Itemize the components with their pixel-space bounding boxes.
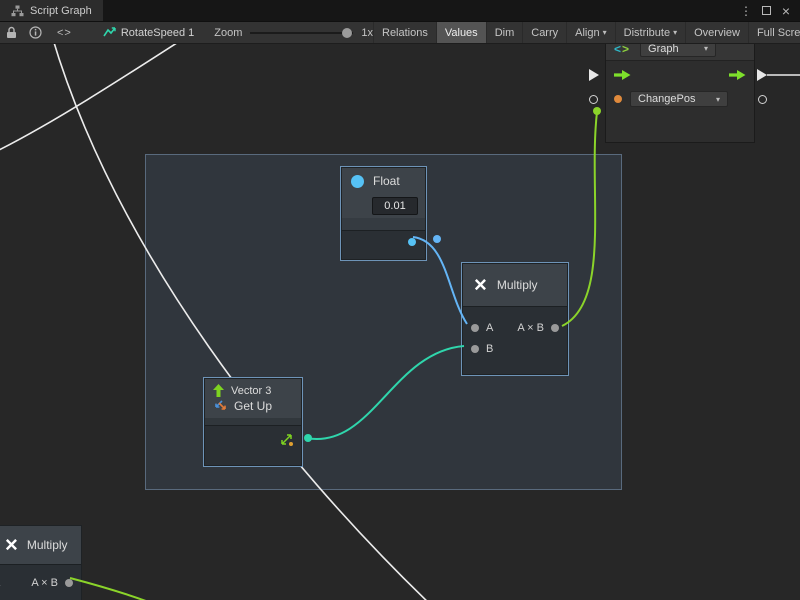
info-button[interactable] <box>23 22 48 43</box>
flow-input-arrow-icon[interactable] <box>614 70 631 80</box>
maximize-button[interactable] <box>757 2 775 20</box>
window-titlebar: Script Graph ⋮ × <box>0 0 800 21</box>
lock-button[interactable] <box>0 22 23 43</box>
graph-icon <box>11 5 24 17</box>
graph-dropdown-label: Graph <box>648 43 679 55</box>
graph-asset-name: RotateSpeed 1 <box>121 27 194 39</box>
dim-button[interactable]: Dim <box>486 22 523 43</box>
vector3-port-strip <box>205 425 301 465</box>
dropdown-caret-icon: ▾ <box>673 28 677 37</box>
window-controls: ⋮ × <box>737 2 800 20</box>
zoom-slider[interactable] <box>250 32 353 34</box>
multiply-partial-title: Multiply <box>27 538 68 552</box>
multiply-node-title: Multiply <box>497 278 538 292</box>
changepos-graph-unit-node[interactable]: <> Graph ▾ ChangePos ▾ <box>605 36 755 143</box>
maximize-icon <box>762 6 771 15</box>
lock-icon <box>6 26 17 39</box>
wire-bottom-multiply-out[interactable] <box>70 578 164 600</box>
vector3-getup-node[interactable]: Vector 3 Get Up <box>204 378 302 466</box>
script-graph-asset-icon <box>103 26 116 39</box>
flow-out-triangle-icon[interactable] <box>757 69 767 81</box>
multiply-icon: × <box>5 534 18 556</box>
multiply-output-label: A × B <box>517 322 544 334</box>
getup-node-subtitle: Get Up <box>234 399 272 413</box>
flow-in-triangle-icon[interactable] <box>589 69 599 81</box>
multiply-input-b-port[interactable] <box>471 345 479 353</box>
relations-button[interactable]: Relations <box>373 22 436 43</box>
float-value-row <box>342 194 425 218</box>
script-graph-window: Float × Multiply A A × B B <box>0 0 800 600</box>
dropdown-caret-icon: ▾ <box>603 28 607 37</box>
zoom-label: Zoom <box>214 27 242 39</box>
float-output-port[interactable] <box>408 238 416 246</box>
align-button[interactable]: Align ▾ <box>566 22 614 43</box>
zoom-slider-handle[interactable] <box>342 28 352 38</box>
graph-unit-variable-row: ChangePos ▾ <box>606 80 754 107</box>
transform-arrows-icon <box>213 400 227 412</box>
multiply-partial-header: × Multiply <box>0 526 81 564</box>
multiply-port-row-b: B <box>463 338 567 359</box>
tab-label: Script Graph <box>30 5 92 17</box>
vector3-output-icon[interactable] <box>280 433 293 446</box>
align-label: Align <box>575 27 599 39</box>
graph-asset-breadcrumb[interactable]: RotateSpeed 1 <box>103 26 194 39</box>
distribute-label: Distribute <box>624 27 670 39</box>
dropdown-caret-icon: ▾ <box>704 44 708 53</box>
float-node-header: Float <box>342 168 425 194</box>
changepos-input-port[interactable] <box>614 95 622 103</box>
vector3-up-arrow-icon <box>213 384 224 397</box>
multiply-icon: × <box>474 274 487 296</box>
vector3-node-header: Vector 3 Get Up <box>205 379 301 418</box>
toolbar-buttons: Relations Values Dim Carry Align ▾ Distr… <box>373 22 800 43</box>
float-node-body <box>342 218 425 230</box>
multiply-partial-port-row: A A × B <box>0 572 81 593</box>
multiply-input-a-label: A <box>486 322 493 334</box>
close-button[interactable]: × <box>777 2 795 20</box>
distribute-button[interactable]: Distribute ▾ <box>615 22 685 43</box>
multiply-input-b-label: B <box>486 343 493 355</box>
dropdown-caret-icon: ▾ <box>716 95 720 104</box>
changepos-dropdown-label: ChangePos <box>638 93 696 105</box>
multiply-node[interactable]: × Multiply A A × B B <box>462 263 568 375</box>
overview-button[interactable]: Overview <box>685 22 748 43</box>
multiply-port-row-a: A A × B <box>463 317 567 338</box>
left-connection-circle-icon[interactable] <box>589 95 598 104</box>
float-node-title: Float <box>373 174 400 188</box>
multiply-partial-port-strip: A A × B <box>0 564 81 600</box>
float-type-icon <box>351 175 364 188</box>
tab-script-graph[interactable]: Script Graph <box>0 0 103 21</box>
vector3-node-title: Vector 3 <box>231 385 271 397</box>
info-icon <box>29 26 42 39</box>
graph-unit-flow-row <box>606 61 754 80</box>
fullscreen-button[interactable]: Full Screen <box>748 22 800 43</box>
right-connection-circle-icon[interactable] <box>758 95 767 104</box>
flow-output-arrow-icon[interactable] <box>729 70 746 80</box>
multiply-output-port[interactable] <box>551 324 559 332</box>
getup-title-row: Get Up <box>213 399 293 413</box>
multiply-node-partial[interactable]: × Multiply A A × B <box>0 525 82 600</box>
wire-green-endpoint[interactable] <box>593 107 601 115</box>
code-view-button[interactable]: <> <box>48 22 81 43</box>
multiply-partial-output-port[interactable] <box>65 579 73 587</box>
values-button[interactable]: Values <box>436 22 486 43</box>
float-value-input[interactable] <box>372 197 418 215</box>
zoom-value: 1x <box>361 27 373 39</box>
multiply-input-a-port[interactable] <box>471 324 479 332</box>
zoom-control: Zoom 1x <box>214 27 373 39</box>
graph-toolbar: <> RotateSpeed 1 Zoom 1x Relations Value… <box>0 21 800 44</box>
multiply-node-header: × Multiply <box>463 264 567 306</box>
window-menu-button[interactable]: ⋮ <box>737 2 755 20</box>
multiply-port-strip: A A × B B <box>463 306 567 374</box>
multiply-partial-output-label: A × B <box>31 577 58 589</box>
graph-unit-extra-port-row <box>606 107 754 117</box>
float-port-strip <box>342 230 425 259</box>
vector3-title-row: Vector 3 <box>213 384 293 397</box>
changepos-dropdown[interactable]: ChangePos ▾ <box>630 91 728 107</box>
carry-button[interactable]: Carry <box>522 22 566 43</box>
float-node[interactable]: Float <box>341 167 426 260</box>
